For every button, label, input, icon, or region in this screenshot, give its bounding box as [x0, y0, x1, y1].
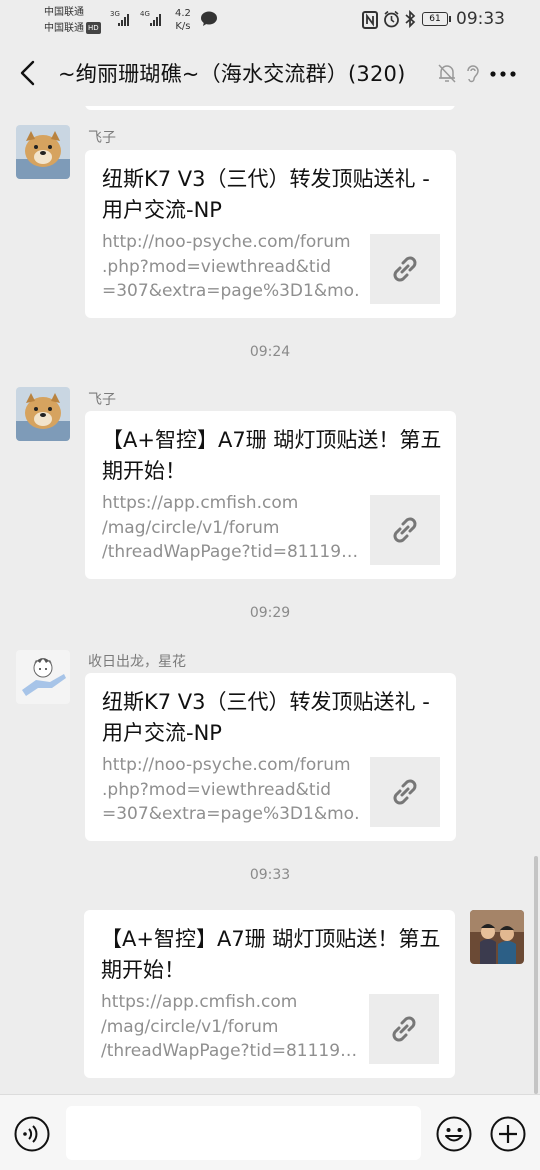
link-icon: [393, 517, 417, 543]
url-line: https://app.cmfish.com: [101, 992, 298, 1012]
url-line: http://noo-psyche.com/forum: [102, 755, 351, 775]
signal-1-icon: [118, 14, 129, 26]
link-card-title: 【A+智控】A7珊 瑚灯顶贴送！第五期开始！: [102, 428, 442, 483]
network-type-2: 4G: [140, 10, 150, 18]
mute-bell-icon: [438, 64, 456, 83]
message-input[interactable]: [66, 1106, 421, 1160]
url-line: =307&extra=page%3D1&mo…: [102, 804, 360, 824]
link-icon: [392, 1016, 416, 1042]
link-card-url: https://app.cmfish.com /mag/circle/v1/fo…: [102, 491, 360, 565]
link-card-own[interactable]: 【A+智控】A7珊 瑚灯顶贴送！第五期开始！ https://app.cmfis…: [84, 910, 455, 1078]
carrier-2: 中国联通 HD: [44, 22, 101, 35]
link-icon: [393, 779, 417, 805]
emoji-icon[interactable]: [435, 1115, 473, 1153]
link-card-url: http://noo-psyche.com/forum .php?mod=vie…: [102, 753, 360, 827]
carrier-2-label: 中国联通: [44, 23, 84, 34]
speed-value: 4.2: [175, 8, 191, 19]
more-dots-icon[interactable]: [489, 64, 517, 84]
link-card-title: 【A+智控】A7珊 瑚灯顶贴送！第五期开始！: [101, 927, 441, 982]
network-speed: 4.2 K/s: [175, 7, 191, 33]
link-thumbnail: [370, 495, 440, 565]
avatar-self[interactable]: [470, 910, 524, 964]
link-icon: [393, 256, 417, 282]
battery-level: 61: [429, 14, 441, 24]
sender-name: 收日出龙，星花: [88, 654, 186, 670]
url-line: http://noo-psyche.com/forum: [102, 232, 351, 252]
link-card-url: https://app.cmfish.com /mag/circle/v1/fo…: [101, 990, 359, 1064]
nfc-icon: [362, 11, 378, 29]
avatar-sender-2[interactable]: [16, 650, 70, 704]
link-thumbnail: [370, 234, 440, 304]
link-card[interactable]: 【A+智控】A7珊 瑚灯顶贴送！第五期开始！ https://app.cmfis…: [85, 411, 456, 579]
link-thumbnail: [369, 994, 439, 1064]
link-thumbnail: [370, 757, 440, 827]
url-line: /mag/circle/v1/forum: [102, 517, 280, 538]
url-line: /threadWapPage?tid=81119…: [102, 542, 359, 562]
chat-bubble-icon: [201, 11, 217, 26]
bluetooth-icon: [405, 10, 416, 28]
chat-messages[interactable]: 飞子 纽斯K7 V3（三代）转发顶贴送礼 - 用户交流-NP http://no…: [0, 106, 540, 1094]
input-bar: [0, 1094, 540, 1170]
link-card-title: 纽斯K7 V3（三代）转发顶贴送礼 - 用户交流-NP: [102, 690, 430, 745]
voice-icon[interactable]: [13, 1115, 51, 1153]
speed-unit: K/s: [175, 21, 191, 32]
chat-title: ~绚丽珊瑚礁~（海水交流群）(320): [58, 62, 406, 86]
url-line: .php?mod=viewthread&tid: [102, 256, 332, 277]
url-line: https://app.cmfish.com: [102, 493, 299, 513]
battery-icon: 61: [422, 12, 448, 26]
sender-name: 飞子: [88, 392, 116, 408]
url-line: =307&extra=page%3D1&mo…: [102, 281, 360, 301]
link-card-url: http://noo-psyche.com/forum .php?mod=vie…: [102, 230, 360, 304]
link-card[interactable]: 纽斯K7 V3（三代）转发顶贴送礼 - 用户交流-NP http://noo-p…: [85, 673, 456, 841]
chat-header: ~绚丽珊瑚礁~（海水交流群）(320): [0, 40, 540, 106]
sender-name: 飞子: [88, 130, 116, 146]
status-time: 09:33: [456, 9, 505, 29]
timestamp: 09:29: [249, 605, 291, 621]
url-line: /threadWapPage?tid=81119…: [101, 1041, 358, 1061]
timestamp: 09:33: [249, 867, 291, 883]
hd-badge: HD: [86, 22, 101, 34]
scrollbar[interactable]: [534, 856, 538, 1094]
alarm-icon: [384, 10, 399, 28]
back-arrow-icon[interactable]: [14, 58, 42, 88]
avatar-feizi[interactable]: [16, 125, 70, 179]
battery-tip: [449, 16, 451, 22]
link-card-title: 纽斯K7 V3（三代）转发顶贴送礼 - 用户交流-NP: [102, 167, 430, 222]
url-line: /mag/circle/v1/forum: [101, 1016, 279, 1037]
timestamp: 09:24: [249, 344, 291, 360]
signal-2-icon: [150, 14, 161, 26]
carrier-1: 中国联通: [44, 7, 84, 18]
status-bar: 中国联通 中国联通 HD 3G 4G 4.2 K/s 61 09:33: [0, 0, 540, 40]
avatar-feizi[interactable]: [16, 387, 70, 441]
previous-message-edge: [85, 106, 455, 110]
link-card[interactable]: 纽斯K7 V3（三代）转发顶贴送礼 - 用户交流-NP http://noo-p…: [85, 150, 456, 318]
url-line: .php?mod=viewthread&tid: [102, 779, 332, 800]
plus-icon[interactable]: [489, 1115, 527, 1153]
earpiece-icon: [467, 65, 479, 83]
